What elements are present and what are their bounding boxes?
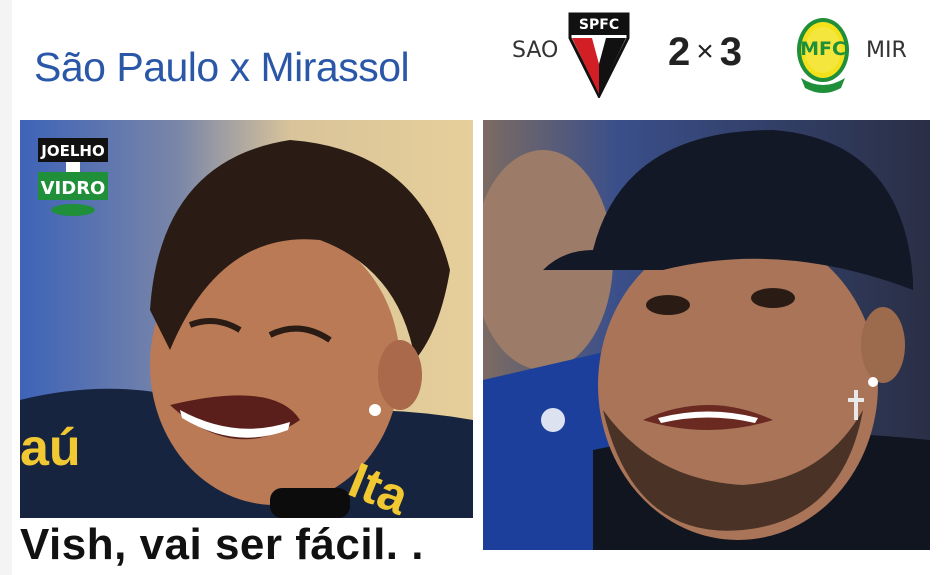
joelho-de-vidro-logo-icon: JOELHO VIDRO [38, 138, 108, 216]
shocked-photo-illustration [483, 120, 930, 550]
away-team-abbr: MIR [866, 38, 907, 63]
svg-text:VIDRO: VIDRO [41, 178, 106, 199]
mirassol-crest-label: MFC [800, 38, 846, 60]
home-team-abbr: SAO [512, 38, 559, 63]
meme-caption: Vish, vai ser fácil. . [20, 520, 424, 569]
match-title: São Paulo x Mirassol [34, 44, 410, 90]
away-score: 3 [719, 30, 743, 74]
spfc-crest-label: SPFC [578, 17, 620, 33]
svg-text:JOELHO: JOELHO [40, 142, 104, 160]
left-border [0, 0, 12, 575]
home-score: 2 [668, 30, 691, 74]
scoreline: 2 × 3 [668, 30, 742, 75]
shocked-photo [483, 120, 930, 550]
score-separator: × [696, 35, 714, 68]
jersey-logo-left: aú [20, 419, 81, 477]
